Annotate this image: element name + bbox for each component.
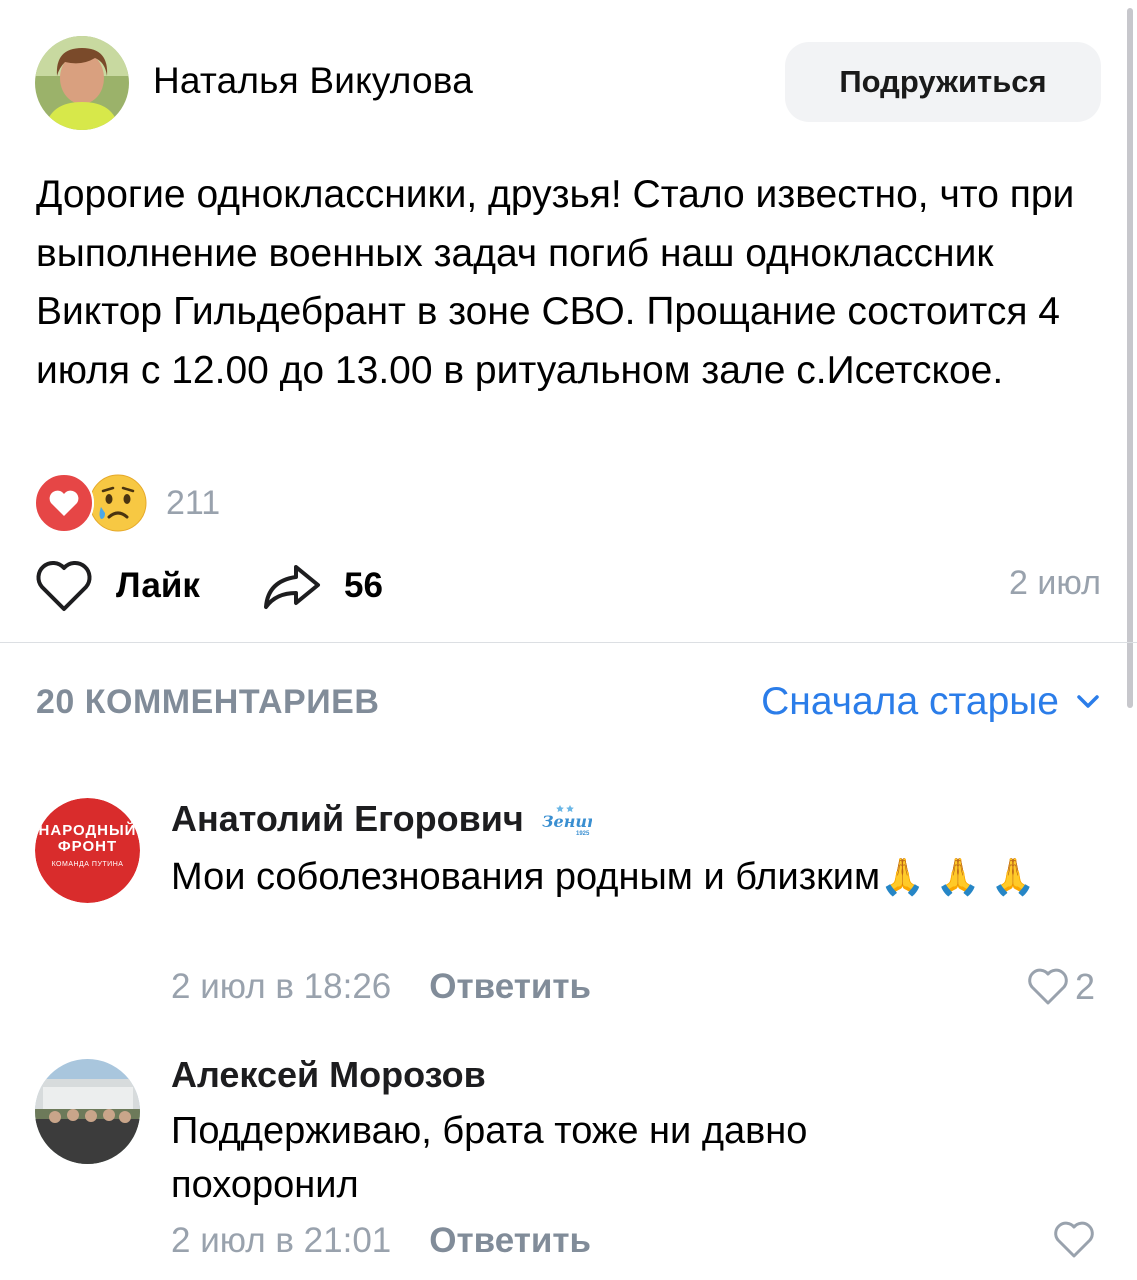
post-text: Дорогие одноклассники, друзья! Стало изв… — [36, 173, 1075, 392]
reply-button[interactable]: Ответить — [429, 967, 591, 1007]
commenter-name[interactable]: Алексей Морозов — [171, 1054, 486, 1096]
divider — [0, 642, 1137, 643]
like-label: Лайк — [116, 566, 200, 605]
comment-text: Поддерживаю, брата тоже ни давно похорон… — [171, 1110, 808, 1206]
author-avatar[interactable] — [35, 36, 129, 130]
reactions-summary[interactable]: 211 — [34, 472, 220, 534]
comment-time: 2 июл в 18:26 — [171, 967, 392, 1006]
post-date: 2 июл — [1009, 564, 1101, 602]
like-button[interactable]: Лайк — [34, 556, 200, 616]
heart-outline-icon — [1028, 968, 1068, 1005]
pray-emoji: 🙏 — [990, 856, 1036, 897]
reply-button[interactable]: Ответить — [429, 1221, 591, 1261]
commenter-avatar[interactable] — [35, 1059, 140, 1164]
zenit-badge-icon: Зенит 1925 — [542, 805, 592, 837]
commenter-avatar[interactable]: НАРОДНЫЙ ФРОНТ КОМАНДА ПУТИНА — [35, 798, 140, 903]
comment-text: Мои соболезнования родным и близким🙏 🙏 🙏 — [171, 856, 1036, 898]
share-count: 56 — [344, 566, 383, 605]
chevron-down-icon — [1077, 695, 1099, 708]
commenter-name[interactable]: Анатолий Егорович Зенит 1925 — [171, 798, 592, 840]
heart-outline-icon — [36, 560, 92, 611]
heart-outline-icon — [1054, 1221, 1094, 1258]
add-friend-button[interactable]: Подружиться — [785, 42, 1101, 122]
comment-like-button[interactable] — [1053, 1221, 1095, 1259]
pray-emoji: 🙏 — [880, 856, 925, 897]
comment-like-button[interactable]: 2 — [1027, 966, 1095, 1008]
reactions-count: 211 — [166, 483, 221, 522]
share-button[interactable]: 56 — [262, 556, 383, 616]
svg-text:Зенит: Зенит — [542, 812, 592, 831]
comments-count: 20 КОММЕНТАРИЕВ — [36, 683, 380, 721]
svg-text:1925: 1925 — [576, 831, 590, 837]
sort-label: Сначала старые — [761, 680, 1059, 723]
comment-like-count: 2 — [1074, 966, 1095, 1007]
comment-meta: 2 июл в 21:01 Ответить — [171, 1221, 591, 1261]
pray-emoji: 🙏 — [935, 856, 981, 897]
crying-face-icon — [88, 473, 148, 533]
comment-time: 2 июл в 21:01 — [171, 1221, 392, 1260]
author-name[interactable]: Наталья Викулова — [153, 60, 473, 102]
scrollbar[interactable] — [1127, 8, 1133, 708]
comments-sort-dropdown[interactable]: Сначала старые — [761, 680, 1099, 724]
heart-icon — [34, 473, 94, 533]
avatar-logo-text: КОМАНДА ПУТИНА — [52, 861, 124, 868]
avatar-logo-text: НАРОДНЫЙ — [39, 821, 137, 839]
comment-meta: 2 июл в 18:26 Ответить — [171, 967, 591, 1007]
commenter-name-text: Анатолий Егорович — [171, 798, 524, 839]
share-arrow-icon — [264, 565, 320, 609]
avatar-logo-text: ФРОНТ — [58, 838, 117, 855]
